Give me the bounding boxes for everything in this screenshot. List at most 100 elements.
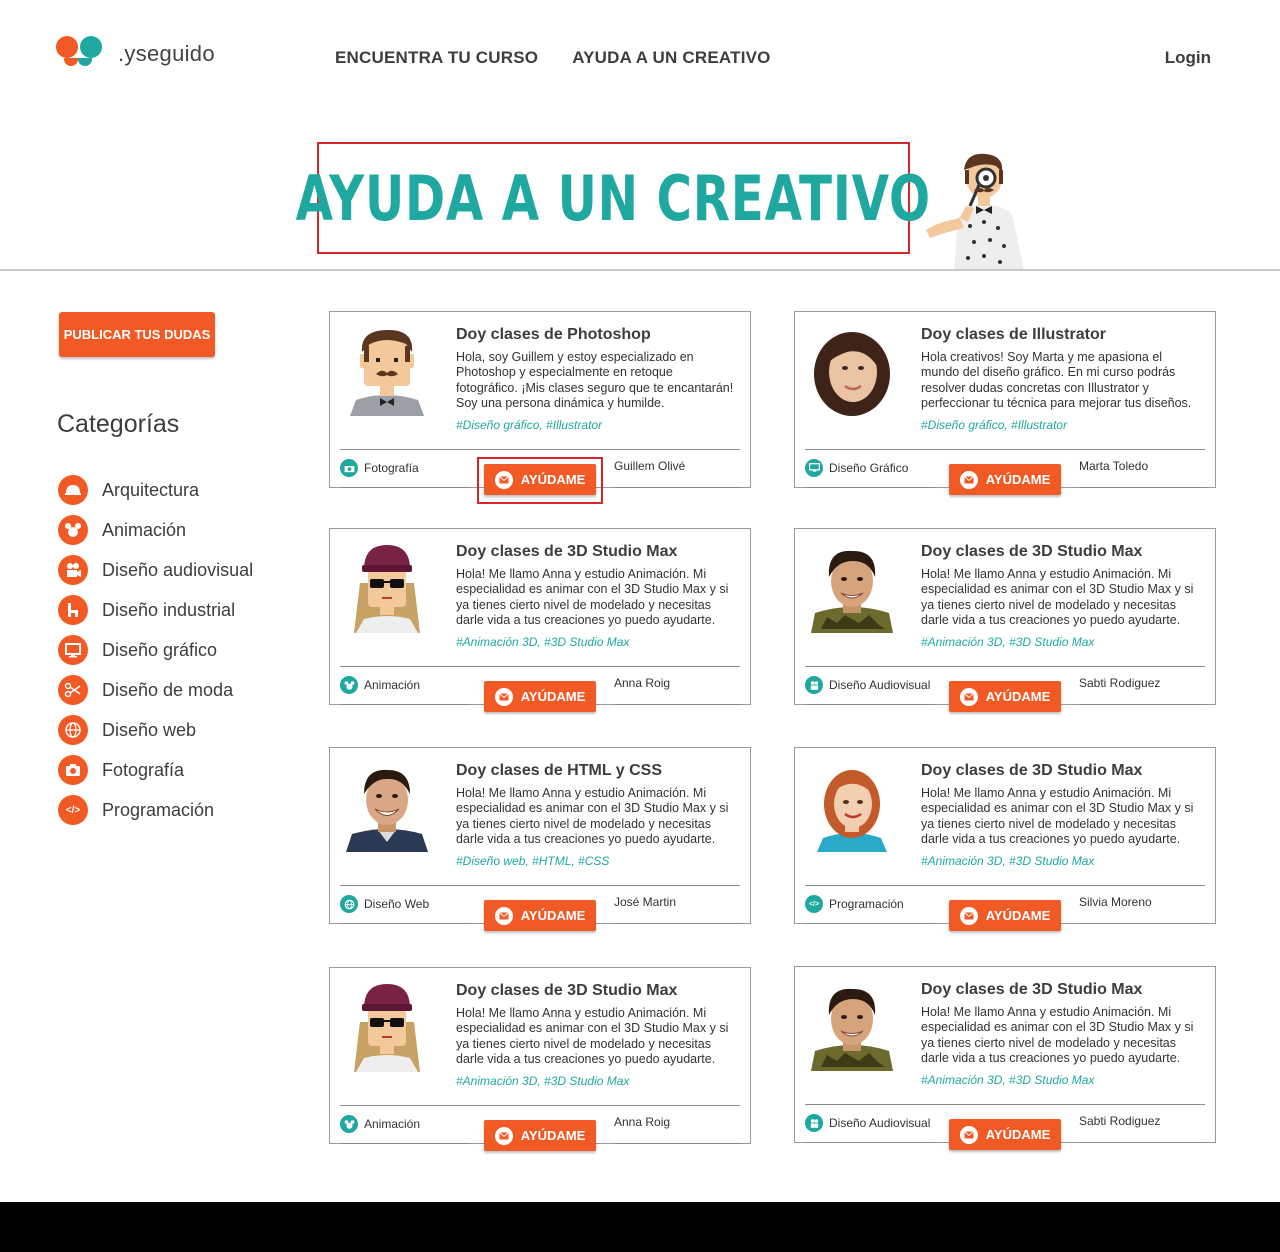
code-icon: </> (805, 895, 823, 913)
card-divider (805, 1104, 1205, 1105)
envelope-icon (494, 1126, 513, 1145)
category-label: Programación (102, 799, 215, 820)
card-title: Doy clases de Photoshop (456, 326, 651, 343)
envelope-icon (494, 470, 513, 489)
card-author[interactable]: Anna Roig (614, 1115, 670, 1129)
card-category[interactable]: Animación (340, 676, 420, 694)
help-button[interactable]: AYÚDAME (949, 900, 1061, 931)
card-tags[interactable]: #Diseño web, #HTML, #CSS (456, 854, 609, 868)
course-card[interactable]: Doy clases de Illustrator Hola creativos… (794, 311, 1216, 495)
help-button[interactable]: AYÚDAME (949, 1119, 1061, 1150)
category-label: Diseño web (102, 719, 197, 740)
card-tags[interactable]: #Animación 3D, #3D Studio Max (456, 1074, 629, 1088)
course-card[interactable]: Doy clases de HTML y CSS Hola! Me llamo … (329, 747, 751, 931)
publish-doubts-button[interactable]: PUBLICAR TUS DUDAS (59, 312, 215, 357)
category-item-diseno-web[interactable]: Diseño web (58, 710, 253, 750)
card-author[interactable]: Sabti Rodiguez (1079, 676, 1160, 690)
card-category[interactable]: Diseño Audiovisual (805, 676, 930, 694)
category-item-animacion[interactable]: Animación (58, 510, 253, 550)
logo-mark-icon (56, 34, 104, 74)
help-button[interactable]: AYÚDAME (949, 464, 1061, 495)
card-divider (340, 885, 740, 886)
chair-icon (58, 595, 88, 625)
category-item-diseno-de-moda[interactable]: Diseño de moda (58, 670, 253, 710)
card-category[interactable]: Animación (340, 1115, 420, 1133)
course-card[interactable]: Doy clases de 3D Studio Max Hola! Me lla… (794, 966, 1216, 1150)
card-category[interactable]: </> Programación (805, 895, 904, 913)
card-category[interactable]: Diseño Audiovisual (805, 1114, 930, 1132)
card-title: Doy clases de 3D Studio Max (456, 982, 678, 999)
card-tags[interactable]: #Diseño gráfico, #Illustrator (921, 418, 1067, 432)
category-label: Diseño industrial (102, 599, 236, 620)
card-description: Hola creativos! Soy Marta y me apasiona … (921, 350, 1192, 411)
category-item-diseno-industrial[interactable]: Diseño industrial (58, 590, 253, 630)
help-button[interactable]: AYÚDAME (484, 464, 596, 495)
course-card[interactable]: Doy clases de 3D Studio Max Hola! Me lla… (794, 747, 1216, 931)
card-title: Doy clases de 3D Studio Max (921, 981, 1143, 998)
login-link[interactable]: Login (1165, 48, 1211, 68)
card-divider (340, 666, 740, 667)
help-button-label: AYÚDAME (520, 908, 586, 923)
card-tags[interactable]: #Animación 3D, #3D Studio Max (921, 1073, 1094, 1087)
illustrated-woman-beanie-avatar (346, 982, 428, 1072)
card-category[interactable]: Fotografía (340, 459, 419, 477)
card-category-underline (340, 1143, 470, 1144)
nav-encuentra-tu-curso[interactable]: ENCUENTRA TU CURSO (335, 48, 538, 68)
nav-ayuda-a-un-creativo[interactable]: AYUDA A UN CREATIVO (572, 48, 770, 68)
category-item-fotografia[interactable]: Fotografía (58, 750, 253, 790)
envelope-icon (959, 1125, 978, 1144)
help-button[interactable]: AYÚDAME (484, 900, 596, 931)
brand-logo[interactable]: .yseguido (56, 34, 215, 74)
helmet-icon (58, 475, 88, 505)
card-description: Hola! Me llamo Anna y estudio Animación.… (921, 1005, 1194, 1066)
card-author[interactable]: Silvia Moreno (1079, 895, 1152, 909)
help-button[interactable]: AYÚDAME (949, 681, 1061, 712)
hero-divider (0, 269, 1280, 271)
card-author[interactable]: Marta Toledo (1079, 459, 1148, 473)
categories-list: Arquitectura Animación Diseño audiovisua… (58, 470, 253, 830)
category-item-diseno-grafico[interactable]: Diseño gráfico (58, 630, 253, 670)
card-category-label: Diseño Audiovisual (829, 1116, 931, 1130)
envelope-icon (494, 906, 513, 925)
help-button[interactable]: AYÚDAME (484, 1120, 596, 1151)
card-author-underline (1079, 923, 1207, 924)
illustrated-man-mustache-avatar (346, 326, 428, 416)
card-author[interactable]: Guillem Olivé (614, 459, 685, 473)
card-tags[interactable]: #Animación 3D, #3D Studio Max (921, 854, 1094, 868)
camera-icon (340, 459, 358, 477)
category-item-programacion[interactable]: </> Programación (58, 790, 253, 830)
help-button-label: AYÚDAME (520, 1128, 586, 1143)
card-description: Hola! Me llamo Anna y estudio Animación.… (456, 1006, 729, 1067)
card-category[interactable]: Diseño Gráfico (805, 459, 908, 477)
course-card[interactable]: Doy clases de 3D Studio Max Hola! Me lla… (329, 967, 751, 1151)
card-category-underline (805, 704, 935, 705)
category-label: Diseño de moda (102, 679, 234, 700)
category-item-diseno-audiovisual[interactable]: Diseño audiovisual (58, 550, 253, 590)
envelope-icon (959, 906, 978, 925)
card-title: Doy clases de HTML y CSS (456, 762, 662, 779)
card-tags[interactable]: #Animación 3D, #3D Studio Max (456, 635, 629, 649)
photo-woman-brunette-avatar (811, 326, 893, 416)
card-author-underline (1079, 704, 1207, 705)
card-tags[interactable]: #Diseño gráfico, #Illustrator (456, 418, 602, 432)
photo-man-young-avatar (811, 981, 893, 1071)
mouse-ears-icon (58, 515, 88, 545)
card-category-label: Diseño Web (364, 897, 430, 911)
card-author[interactable]: Sabti Rodiguez (1079, 1114, 1160, 1128)
card-author[interactable]: José Martin (614, 895, 676, 909)
card-divider (340, 449, 740, 450)
card-author[interactable]: Anna Roig (614, 676, 670, 690)
card-category[interactable]: Diseño Web (340, 895, 429, 913)
category-label: Fotografía (102, 759, 185, 780)
card-description: Hola! Me llamo Anna y estudio Animación.… (921, 567, 1194, 628)
card-author-underline (614, 1143, 742, 1144)
photo-man-young-avatar (811, 543, 893, 633)
mouse-ears-icon (340, 1115, 358, 1133)
card-tags[interactable]: #Animación 3D, #3D Studio Max (921, 635, 1094, 649)
card-author-underline (614, 923, 742, 924)
course-card[interactable]: Doy clases de Photoshop Hola, soy Guille… (329, 311, 751, 495)
course-card[interactable]: Doy clases de 3D Studio Max Hola! Me lla… (794, 528, 1216, 712)
course-card[interactable]: Doy clases de 3D Studio Max Hola! Me lla… (329, 528, 751, 712)
help-button[interactable]: AYÚDAME (484, 681, 596, 712)
category-item-arquitectura[interactable]: Arquitectura (58, 470, 253, 510)
